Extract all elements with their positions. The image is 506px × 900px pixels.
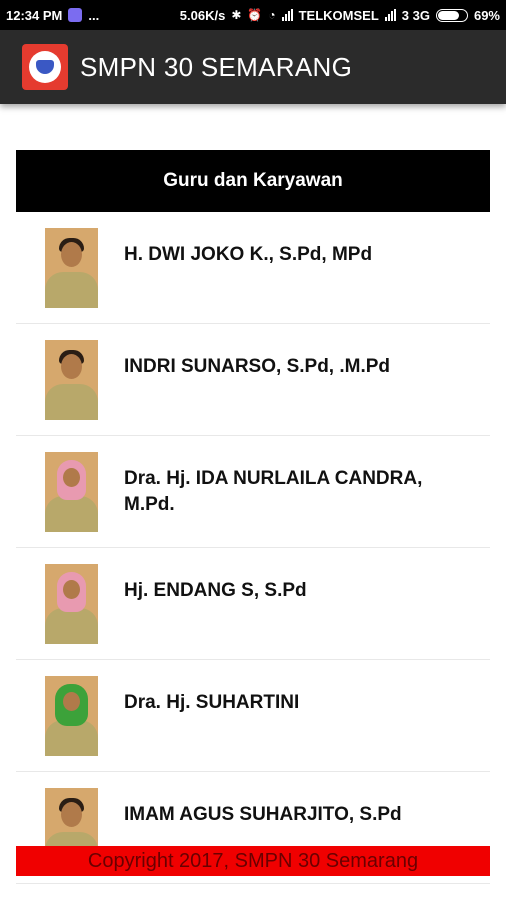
signal-icon-2 (384, 9, 396, 21)
app-notification-icon (68, 8, 83, 22)
status-time: 12:34 PM (6, 7, 63, 23)
section-header: Guru dan Karyawan (16, 150, 490, 212)
staff-photo (45, 564, 98, 644)
copyright-footer: Copyright 2017, SMPN 30 Semarang (16, 846, 490, 876)
staff-name: IMAM AGUS SUHARJITO, S.Pd (124, 804, 402, 825)
network-type: 3 3G (401, 7, 430, 23)
staff-list-item[interactable]: H. DWI JOKO K., S.Pd, MPd (16, 212, 490, 324)
staff-list: H. DWI JOKO K., S.Pd, MPd INDRI SUNARSO,… (16, 212, 490, 884)
alarm-icon: ⏰ (247, 8, 263, 22)
staff-list-item[interactable]: Dra. Hj. SUHARTINI (16, 660, 490, 772)
network-speed: 5.06K/s (179, 7, 226, 23)
school-crest-icon (22, 44, 68, 90)
staff-photo (45, 340, 98, 420)
staff-list-item[interactable]: Hj. ENDANG S, S.Pd (16, 548, 490, 660)
status-more: ... (88, 7, 100, 23)
staff-photo (45, 676, 98, 756)
app-bar: SMPN 30 SEMARANG (0, 30, 506, 104)
staff-name: H. DWI JOKO K., S.Pd, MPd (124, 244, 373, 265)
app-title: SMPN 30 SEMARANG (80, 51, 353, 82)
battery-percent: 69% (473, 7, 500, 23)
signal-icon (281, 9, 293, 21)
staff-photo (45, 228, 98, 308)
staff-photo (45, 452, 98, 532)
staff-name: Dra. Hj. IDA NURLAILA CANDRA, M.Pd. (124, 468, 423, 515)
wifi-icon: ◔ (268, 8, 276, 22)
staff-name: Dra. Hj. SUHARTINI (124, 692, 300, 713)
staff-list-item[interactable]: Dra. Hj. IDA NURLAILA CANDRA, M.Pd. (16, 436, 490, 548)
bluetooth-icon: ✱ (231, 8, 242, 22)
carrier-name: TELKOMSEL (298, 7, 379, 23)
battery-icon (435, 8, 468, 22)
staff-list-item[interactable]: INDRI SUNARSO, S.Pd, .M.Pd (16, 324, 490, 436)
staff-name: Hj. ENDANG S, S.Pd (124, 580, 307, 601)
staff-name: INDRI SUNARSO, S.Pd, .M.Pd (124, 356, 391, 377)
status-bar: 12:34 PM ... 5.06K/s ✱ ⏰ ◔ TELKOMSEL 3 3… (0, 0, 506, 30)
